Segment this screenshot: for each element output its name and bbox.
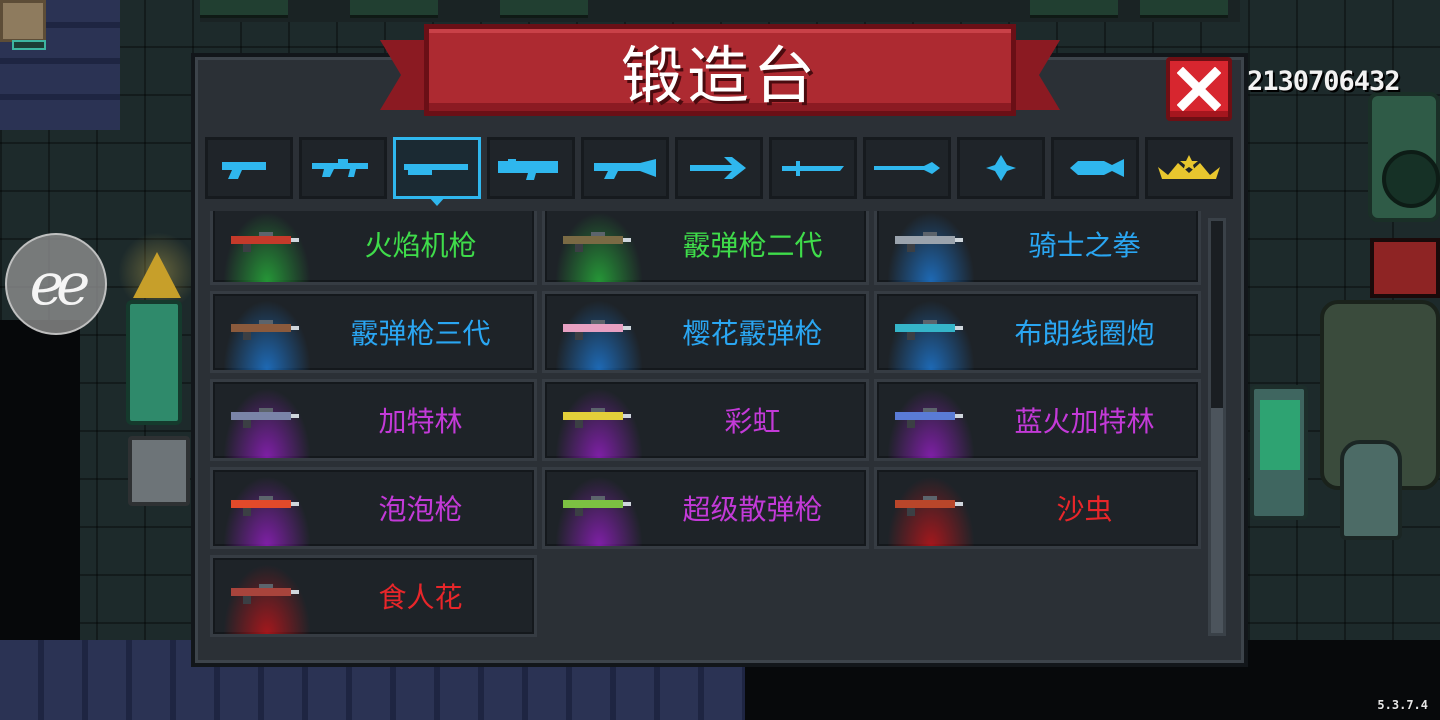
weapon-card[interactable]: 彩虹 bbox=[542, 379, 869, 461]
fish-icon bbox=[1070, 159, 1124, 177]
floor-pad bbox=[12, 40, 46, 50]
cart bbox=[128, 436, 190, 506]
sword-icon bbox=[782, 161, 844, 176]
spear-icon bbox=[874, 162, 940, 174]
dark-void bbox=[0, 320, 80, 640]
weapon-name: 彩虹 bbox=[724, 405, 781, 438]
tab-rifle[interactable] bbox=[299, 137, 387, 199]
launcher-icon bbox=[498, 159, 558, 180]
tab-fish[interactable] bbox=[1051, 137, 1139, 199]
tab-crossbow[interactable] bbox=[675, 137, 763, 199]
flame-machine-gun-icon bbox=[231, 232, 299, 252]
weapon-card[interactable]: 泡泡枪 bbox=[210, 467, 537, 549]
scrollbar-thumb[interactable] bbox=[1211, 408, 1223, 633]
weapon-name: 蓝火加特林 bbox=[1014, 405, 1155, 438]
rifle-icon bbox=[312, 159, 368, 177]
weapon-list: 火焰机枪 霰弹枪二代 骑士之拳霰弹枪三代 樱花霰弹枪 布朗线圈炮加特林 彩虹 蓝火加特林泡泡… bbox=[210, 211, 1202, 641]
page-title: 锻造台 bbox=[620, 39, 819, 112]
gas-tank bbox=[1340, 440, 1402, 540]
red-barrel bbox=[1370, 238, 1440, 298]
tab-crown-stars[interactable] bbox=[1145, 137, 1233, 199]
weapon-card[interactable]: 霰弹枪三代 bbox=[210, 291, 537, 373]
piranha-plant-icon bbox=[231, 584, 299, 604]
top-wall bbox=[200, 0, 1240, 22]
pedestal bbox=[126, 300, 182, 425]
weapon-name: 超级散弹枪 bbox=[682, 493, 823, 526]
weapon-card[interactable]: 超级散弹枪 bbox=[542, 467, 869, 549]
machine-dial bbox=[1382, 150, 1440, 208]
knight-fist-icon bbox=[895, 232, 963, 252]
shotgun-mk2-icon bbox=[563, 232, 631, 252]
weapon-card[interactable]: 布朗线圈炮 bbox=[874, 291, 1201, 373]
weapon-name: 泡泡枪 bbox=[378, 493, 463, 526]
weapon-name: 樱花霰弹枪 bbox=[682, 317, 823, 350]
sandworm-icon bbox=[895, 496, 963, 516]
weapon-card[interactable]: 蓝火加特林 bbox=[874, 379, 1201, 461]
tab-spear[interactable] bbox=[863, 137, 951, 199]
tab-shotgun[interactable] bbox=[393, 137, 481, 199]
crossbow-icon bbox=[690, 157, 746, 179]
ee-label: ee bbox=[29, 250, 91, 318]
close-icon bbox=[1177, 67, 1221, 111]
weapon-name: 加特林 bbox=[378, 405, 463, 438]
weapon-card[interactable]: 沙虫 bbox=[874, 467, 1201, 549]
banner-body: 锻造台 bbox=[424, 24, 1016, 116]
super-shotgun-icon bbox=[563, 496, 631, 516]
tab-sword[interactable] bbox=[769, 137, 857, 199]
terminal-screen bbox=[1260, 400, 1300, 470]
rainbow-gun-icon bbox=[563, 408, 631, 428]
brown-coilgun-icon bbox=[895, 320, 963, 340]
weapon-card[interactable]: 樱花霰弹枪 bbox=[542, 291, 869, 373]
blue-fire-gatling-icon bbox=[895, 408, 963, 428]
gatling-icon bbox=[231, 408, 299, 428]
shotgun-icon bbox=[404, 164, 468, 175]
tab-laser-gun[interactable] bbox=[581, 137, 669, 199]
pistol-icon bbox=[222, 162, 266, 179]
weapon-card[interactable]: 加特林 bbox=[210, 379, 537, 461]
warning-sign-icon bbox=[133, 252, 181, 298]
category-tabs bbox=[205, 137, 1235, 199]
weapon-card[interactable]: 食人花 bbox=[210, 555, 537, 637]
title-banner: 锻造台 bbox=[380, 20, 1060, 120]
weapon-name: 火焰机枪 bbox=[364, 229, 477, 262]
tab-pistol[interactable] bbox=[205, 137, 293, 199]
weapon-card[interactable]: 霰弹枪二代 bbox=[542, 211, 869, 285]
weapon-name: 霰弹枪二代 bbox=[682, 229, 823, 262]
weapon-name: 布朗线圈炮 bbox=[1014, 317, 1155, 350]
weapon-name: 食人花 bbox=[378, 581, 463, 614]
weapon-card[interactable]: 火焰机枪 bbox=[210, 211, 537, 285]
laser-gun-icon bbox=[594, 159, 656, 179]
scrollbar[interactable] bbox=[1208, 218, 1226, 636]
weapon-name: 沙虫 bbox=[1056, 493, 1113, 526]
shotgun-mk3-icon bbox=[231, 320, 299, 340]
sakura-shotgun-icon bbox=[563, 320, 631, 340]
shuriken-icon bbox=[986, 155, 1016, 181]
floating-ee-button[interactable]: ee bbox=[5, 233, 107, 335]
weapon-name: 骑士之拳 bbox=[1028, 229, 1141, 262]
score-counter: 2130706432 bbox=[1247, 66, 1401, 97]
tab-shuriken[interactable] bbox=[957, 137, 1045, 199]
active-tab-indicator bbox=[428, 196, 446, 206]
bubble-gun-icon bbox=[231, 496, 299, 516]
crate bbox=[0, 0, 46, 42]
version-label: 5.3.7.4 bbox=[1377, 698, 1428, 712]
tab-launcher[interactable] bbox=[487, 137, 575, 199]
weapon-card[interactable]: 骑士之拳 bbox=[874, 211, 1201, 285]
close-button[interactable] bbox=[1166, 57, 1232, 121]
weapon-name: 霰弹枪三代 bbox=[350, 317, 491, 350]
crown-stars-icon bbox=[1158, 155, 1220, 179]
